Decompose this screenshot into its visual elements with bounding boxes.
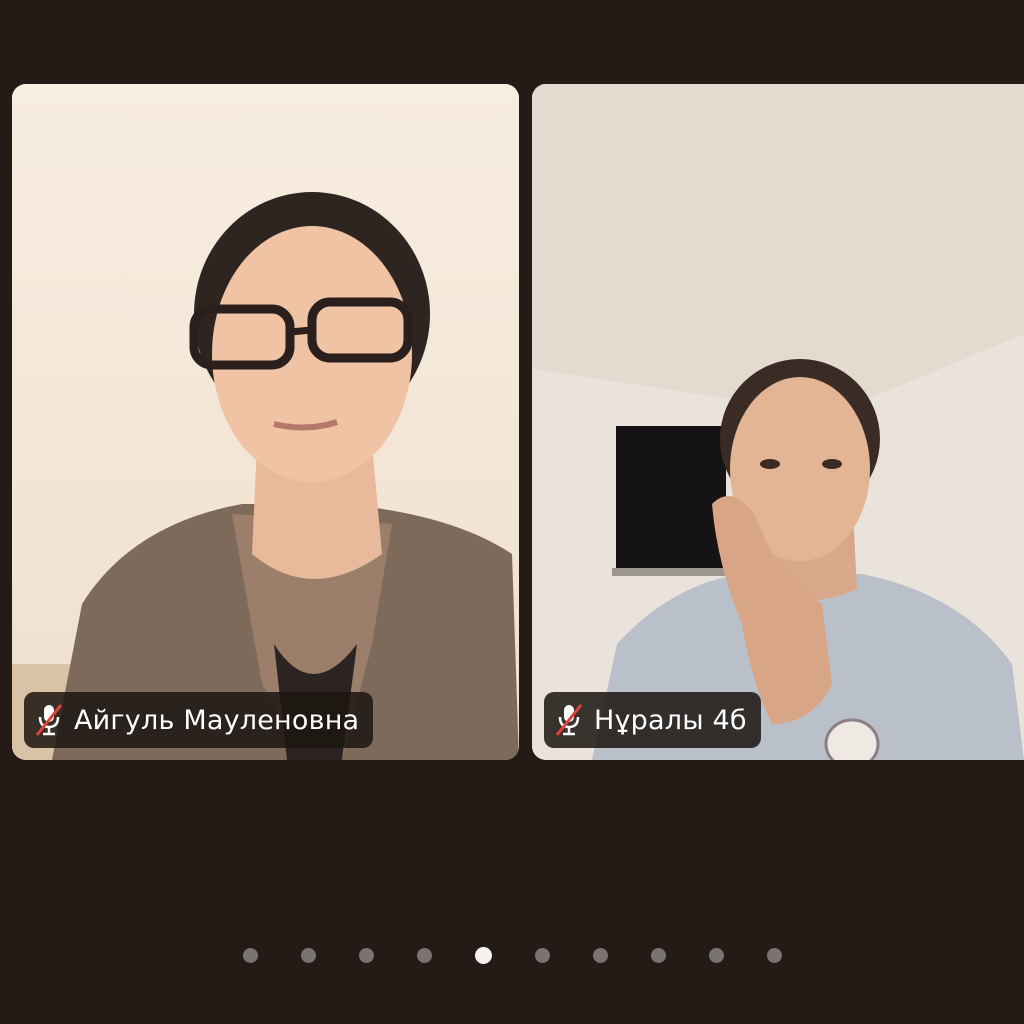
page-dot[interactable] xyxy=(708,947,724,963)
mic-muted-icon xyxy=(34,702,64,738)
page-dot[interactable] xyxy=(766,947,782,963)
participant-name: Айгуль Мауленовна xyxy=(74,704,360,736)
participant-tile-1[interactable]: Айгуль Мауленовна xyxy=(12,84,519,760)
page-dot[interactable] xyxy=(592,947,608,963)
page-dot[interactable] xyxy=(300,947,316,963)
page-dot[interactable] xyxy=(358,947,374,963)
participant-video-image-2 xyxy=(532,84,1024,760)
mic-muted-icon xyxy=(554,702,584,738)
participant-tile-2[interactable]: Нұралы 4б xyxy=(532,84,1024,760)
participant-name-label-1: Айгуль Мауленовна xyxy=(24,692,374,748)
page-dot[interactable] xyxy=(650,947,666,963)
video-call-gallery: Айгуль Мауленовна Нұралы 4б xyxy=(0,0,1024,1024)
participant-video-2 xyxy=(532,84,1024,760)
page-dot-active[interactable] xyxy=(474,946,492,964)
page-indicator xyxy=(0,946,1024,964)
page-dot[interactable] xyxy=(534,947,550,963)
participant-name: Нұралы 4б xyxy=(594,704,747,736)
participant-video-1 xyxy=(12,84,519,760)
participant-name-label-2: Нұралы 4б xyxy=(544,692,761,748)
page-dot[interactable] xyxy=(242,947,258,963)
participant-video-image-1 xyxy=(12,84,519,760)
page-dot[interactable] xyxy=(416,947,432,963)
